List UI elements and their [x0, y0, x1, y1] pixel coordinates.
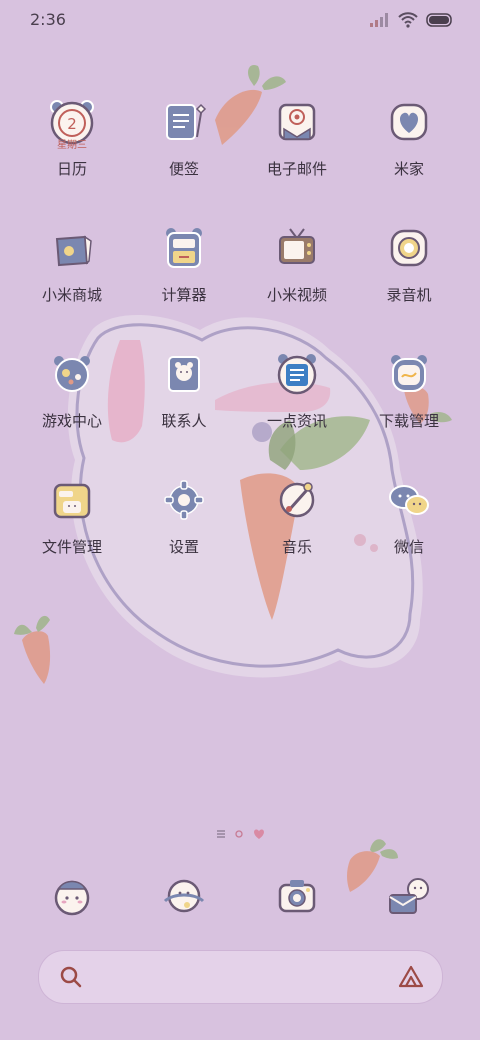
phone-bear-icon [54, 880, 90, 916]
dock-gallery[interactable] [383, 870, 435, 922]
dock-camera[interactable] [271, 870, 323, 922]
news-icon [271, 348, 323, 400]
settings-gear-icon [158, 474, 210, 526]
app-contacts[interactable]: 联系人 [129, 340, 239, 450]
calculator-icon [158, 222, 210, 274]
assistant-triangle-icon[interactable] [398, 965, 424, 989]
messages-planet-icon [163, 879, 205, 913]
gallery-envelope-icon [389, 878, 429, 914]
search-bar[interactable] [38, 950, 443, 1004]
app-settings[interactable]: 设置 [129, 466, 239, 576]
app-label: 便签 [168, 160, 199, 178]
app-label: 联系人 [161, 412, 207, 430]
email-icon [271, 96, 323, 148]
app-mi-video[interactable]: 小米视频 [242, 214, 352, 324]
app-music[interactable]: 音乐 [242, 466, 352, 576]
camera-icon [278, 880, 316, 913]
app-download-manager[interactable]: 下载管理 [354, 340, 464, 450]
app-recorder[interactable]: 录音机 [354, 214, 464, 324]
recorder-icon [383, 222, 435, 274]
app-label: 小米商城 [41, 286, 102, 304]
app-label: 游戏中心 [41, 412, 102, 430]
app-wechat[interactable]: 微信 [354, 466, 464, 576]
app-label: 电子邮件 [266, 160, 327, 178]
mijia-heart-icon [383, 96, 435, 148]
search-icon[interactable] [59, 965, 83, 989]
page-list-icon [217, 830, 225, 838]
app-label: 录音机 [386, 286, 432, 304]
music-note-icon [271, 474, 323, 526]
app-calendar[interactable]: 2 星期三 日历 [17, 88, 127, 198]
status-bar: 2:36 [0, 0, 480, 44]
gamepad-icon [46, 348, 98, 400]
tv-icon [271, 222, 323, 274]
wifi-icon [398, 12, 418, 28]
download-icon [383, 348, 435, 400]
page-indicator[interactable] [216, 828, 266, 840]
app-label: 一点资讯 [266, 412, 327, 430]
app-mijia[interactable]: 米家 [354, 88, 464, 198]
page-dot-icon [235, 830, 243, 838]
app-yidian-news[interactable]: 一点资讯 [242, 340, 352, 450]
status-icons [370, 12, 454, 28]
dock-messages[interactable] [158, 870, 210, 922]
app-calculator[interactable]: 计算器 [129, 214, 239, 324]
app-game-center[interactable]: 游戏中心 [17, 340, 127, 450]
status-time: 2:36 [30, 10, 66, 29]
battery-icon [426, 13, 452, 27]
app-label: 计算器 [161, 286, 207, 304]
app-label: 日历 [56, 160, 87, 178]
folder-icon [46, 474, 98, 526]
store-bag-icon [46, 222, 98, 274]
app-file-manager[interactable]: 文件管理 [17, 466, 127, 576]
notes-icon [158, 96, 210, 148]
calendar-day: 2 [67, 115, 77, 133]
app-label: 小米视频 [266, 286, 327, 304]
page-heart-current-icon [254, 829, 264, 839]
app-label: 米家 [393, 160, 424, 178]
app-email[interactable]: 电子邮件 [242, 88, 352, 198]
app-label: 设置 [168, 538, 199, 556]
signal-icon [370, 13, 388, 27]
contacts-icon [158, 348, 210, 400]
dock-phone[interactable] [46, 870, 98, 922]
app-mi-store[interactable]: 小米商城 [17, 214, 127, 324]
app-label: 微信 [393, 538, 424, 556]
wechat-icon [383, 474, 435, 526]
app-notes[interactable]: 便签 [129, 88, 239, 198]
app-label: 文件管理 [41, 538, 102, 556]
calendar-weekday: 星期三 [57, 140, 87, 151]
app-label: 音乐 [281, 538, 312, 556]
app-label: 下载管理 [378, 412, 439, 430]
